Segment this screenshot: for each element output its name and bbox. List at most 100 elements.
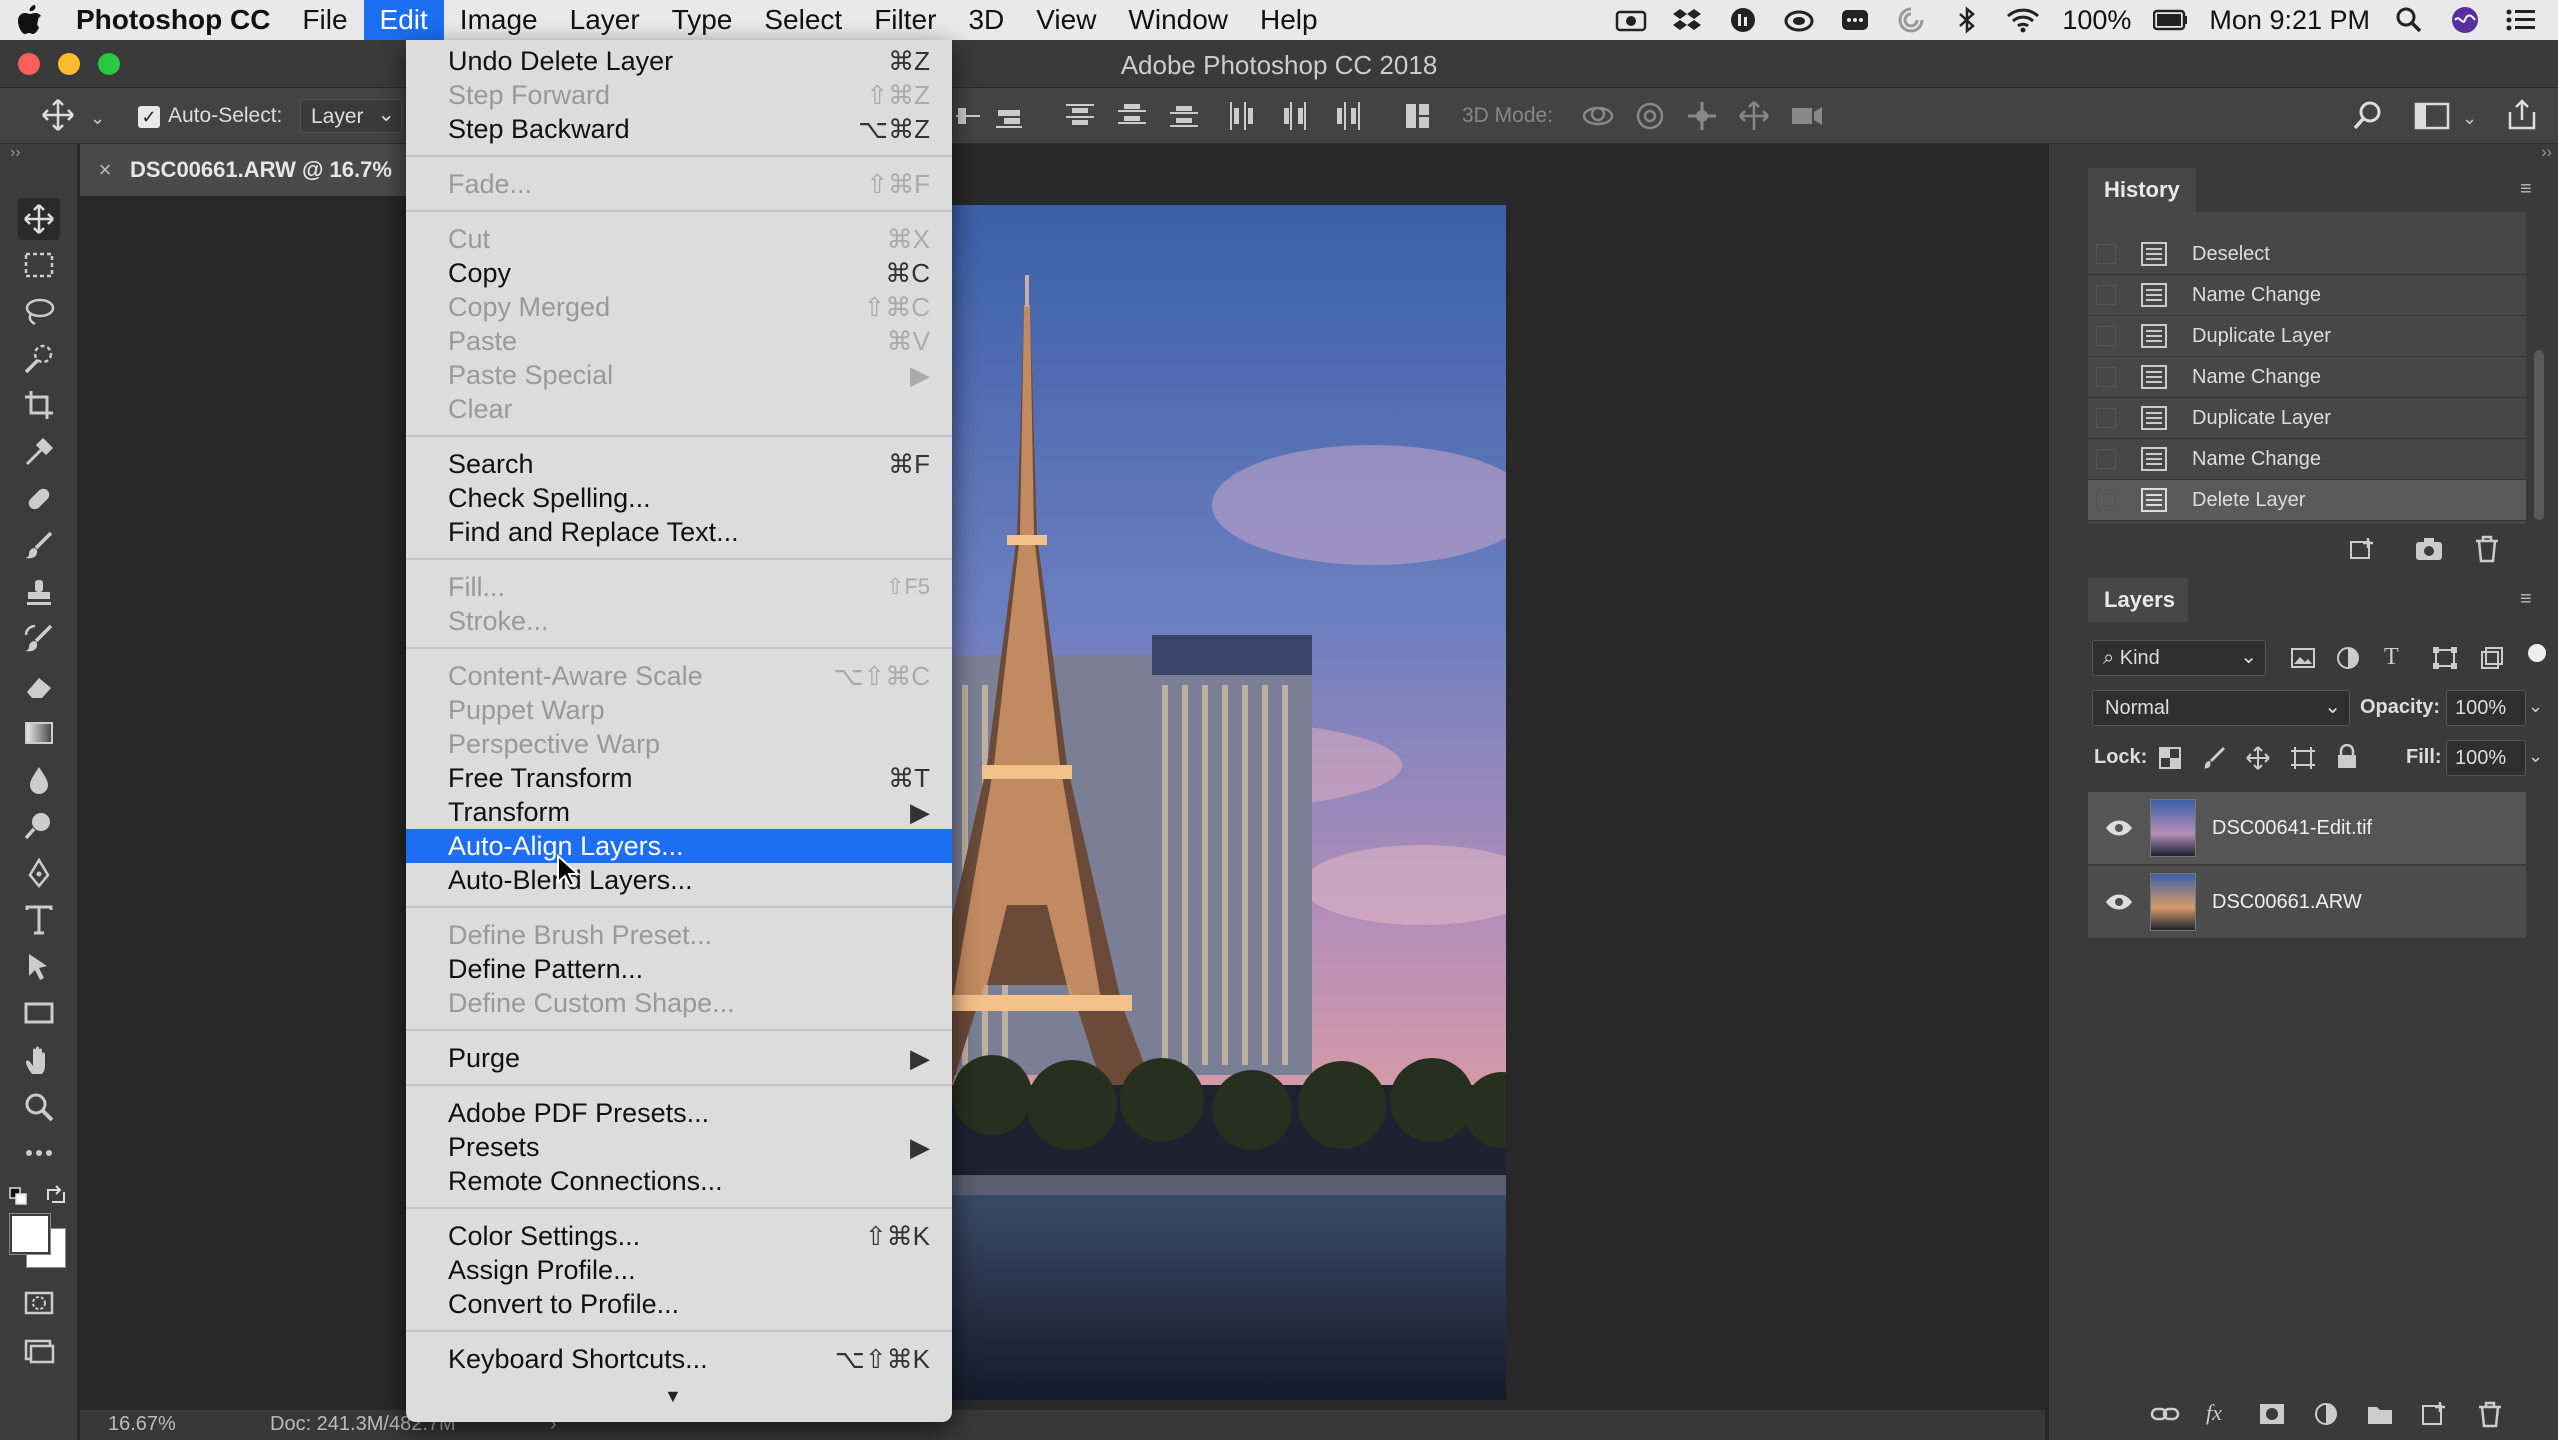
link-layers-icon[interactable]	[2150, 1402, 2180, 1431]
layer-row[interactable]: DSC00641-Edit.tif	[2088, 792, 2526, 864]
blur-tool-icon[interactable]	[18, 759, 60, 801]
menu-item-assign-profile[interactable]: Assign Profile...	[406, 1253, 952, 1287]
delete-layer-trash-icon[interactable]	[2476, 1400, 2504, 1433]
rectangle-tool-icon[interactable]	[18, 992, 60, 1034]
pen-tool-icon[interactable]	[18, 852, 60, 894]
dropbox-icon[interactable]	[1670, 6, 1704, 34]
menu-item-undo-delete-layer[interactable]: Undo Delete Layer ⌘Z	[406, 44, 952, 78]
add-layer-mask-icon[interactable]	[2258, 1402, 2286, 1431]
menu-item-define-brush-preset[interactable]: Define Brush Preset...	[406, 918, 952, 952]
3d-pan-icon[interactable]	[1686, 100, 1718, 137]
menu-item-find-and-replace-text[interactable]: Find and Replace Text...	[406, 515, 952, 549]
menu-item-step-forward[interactable]: Step Forward ⇧⌘Z	[406, 78, 952, 112]
blend-mode-select[interactable]: Normal ⌄	[2092, 690, 2350, 726]
zoom-level[interactable]: 16.67%	[108, 1413, 176, 1436]
clone-stamp-tool-icon[interactable]	[18, 572, 60, 614]
screen-recorder-icon[interactable]	[1614, 6, 1648, 34]
search-icon[interactable]	[2352, 100, 2384, 137]
tool-preset-dropdown-icon[interactable]: ⌄	[90, 108, 105, 129]
history-panel-menu-icon[interactable]: ≡	[2520, 178, 2532, 201]
menu-item-fade[interactable]: Fade... ⇧⌘F	[406, 167, 952, 201]
menu-layer[interactable]: Layer	[554, 0, 656, 40]
menu-item-remote-connections[interactable]: Remote Connections...	[406, 1164, 952, 1198]
menu-help[interactable]: Help	[1244, 0, 1334, 40]
menu-item-presets[interactable]: Presets ▶	[406, 1130, 952, 1164]
cloud-sync-icon[interactable]	[1782, 6, 1816, 34]
menu-item-paste-special[interactable]: Paste Special ▶	[406, 358, 952, 392]
share-icon[interactable]	[2506, 98, 2538, 137]
history-item[interactable]: Name Change	[2088, 357, 2526, 398]
history-item[interactable]: Name Change	[2088, 439, 2526, 480]
lock-transparent-pixels-icon[interactable]	[2158, 746, 2182, 775]
foreground-color-swatch[interactable]	[10, 1214, 50, 1254]
auto-select-target-select[interactable]: Layer ⌄	[300, 99, 402, 133]
menu-select[interactable]: Select	[748, 0, 858, 40]
menu-file[interactable]: File	[286, 0, 363, 40]
hand-tool-icon[interactable]	[18, 1039, 60, 1081]
collapse-tools-icon[interactable]: ››	[10, 144, 21, 162]
siri-icon[interactable]	[2448, 6, 2482, 34]
eye-visibility-icon[interactable]	[2088, 818, 2150, 838]
menu-item-define-custom-shape[interactable]: Define Custom Shape...	[406, 986, 952, 1020]
lock-position-icon[interactable]	[2246, 746, 2270, 775]
menu-item-auto-blend-layers[interactable]: Auto-Blend Layers...	[406, 863, 952, 897]
menu-item-cut[interactable]: Cut ⌘X	[406, 222, 952, 256]
wifi-icon[interactable]	[2006, 6, 2040, 34]
marquee-tool-icon[interactable]	[18, 244, 60, 286]
menu-item-define-pattern[interactable]: Define Pattern...	[406, 952, 952, 986]
distribute-horizontal-centers-icon[interactable]	[1282, 102, 1310, 135]
layer-filter-kind-select[interactable]: ⌕ Kind ⌄	[2092, 640, 2266, 676]
new-adjustment-layer-icon[interactable]	[2314, 1402, 2338, 1431]
3d-orbit-icon[interactable]	[1580, 100, 1616, 137]
battery-icon[interactable]	[2153, 6, 2188, 34]
menu-item-copy[interactable]: Copy ⌘C	[406, 256, 952, 290]
menu-app-name[interactable]: Photoshop CC	[60, 0, 286, 40]
workspace-switcher-icon[interactable]	[2414, 100, 2450, 137]
history-item-current[interactable]: Delete Layer	[2088, 480, 2526, 521]
move-tool-preset-icon[interactable]	[40, 98, 80, 134]
menu-item-keyboard-shortcuts[interactable]: Keyboard Shortcuts... ⌥⇧⌘K	[406, 1342, 952, 1376]
layer-style-fx-icon[interactable]: fx	[2206, 1400, 2222, 1426]
filter-toggle-switch[interactable]	[2528, 644, 2546, 662]
clock[interactable]: Mon 9:21 PM	[2209, 5, 2370, 36]
quick-selection-tool-icon[interactable]	[18, 338, 60, 380]
history-brush-tool-icon[interactable]	[18, 618, 60, 660]
distribute-bottom-icon[interactable]	[1170, 102, 1198, 135]
history-item[interactable]: Duplicate Layer	[2088, 316, 2526, 357]
gradient-tool-icon[interactable]	[18, 712, 60, 754]
lasso-tool-icon[interactable]	[18, 291, 60, 333]
layer-row[interactable]: DSC00661.ARW	[2088, 866, 2526, 938]
quick-mask-icon[interactable]	[18, 1282, 60, 1324]
menu-item-convert-to-profile[interactable]: Convert to Profile...	[406, 1287, 952, 1321]
default-colors-icon[interactable]	[8, 1186, 30, 1213]
menu-item-content-aware-scale[interactable]: Content-Aware Scale ⌥⇧⌘C	[406, 659, 952, 693]
3d-roll-icon[interactable]	[1634, 100, 1666, 137]
menu-image[interactable]: Image	[444, 0, 554, 40]
layer-name[interactable]: DSC00641-Edit.tif	[2212, 817, 2372, 840]
3d-slide-icon[interactable]	[1738, 100, 1770, 137]
filter-shape-layers-icon[interactable]	[2432, 646, 2458, 675]
align-bottom-edges-icon[interactable]	[996, 102, 1022, 135]
new-document-from-state-icon[interactable]	[2348, 534, 2378, 569]
healing-brush-tool-icon[interactable]	[18, 478, 60, 520]
lock-artboard-icon[interactable]	[2290, 746, 2316, 775]
type-tool-icon[interactable]	[18, 899, 60, 941]
filter-smart-objects-icon[interactable]	[2480, 646, 2504, 675]
menu-item-purge[interactable]: Purge ▶	[406, 1041, 952, 1075]
lock-image-pixels-icon[interactable]	[2202, 746, 2226, 775]
filter-pixel-layers-icon[interactable]	[2290, 646, 2316, 675]
brush-tool-icon[interactable]	[18, 525, 60, 567]
layer-name[interactable]: DSC00661.ARW	[2212, 891, 2362, 914]
workspace-dropdown-icon[interactable]: ⌄	[2462, 108, 2477, 129]
screen-mode-icon[interactable]	[18, 1330, 60, 1372]
move-tool-icon[interactable]	[18, 198, 60, 240]
distribute-left-icon[interactable]	[1228, 102, 1256, 135]
menu-type[interactable]: Type	[656, 0, 749, 40]
document-canvas-image[interactable]	[952, 205, 1506, 1400]
fill-slider-toggle-icon[interactable]: ⌄	[2528, 746, 2543, 767]
menu-edit[interactable]: Edit	[363, 0, 444, 40]
history-item[interactable]: Duplicate Layer	[2088, 398, 2526, 439]
close-document-icon[interactable]: ×	[80, 157, 130, 183]
zoom-tool-icon[interactable]	[18, 1086, 60, 1128]
menu-item-paste[interactable]: Paste ⌘V	[406, 324, 952, 358]
